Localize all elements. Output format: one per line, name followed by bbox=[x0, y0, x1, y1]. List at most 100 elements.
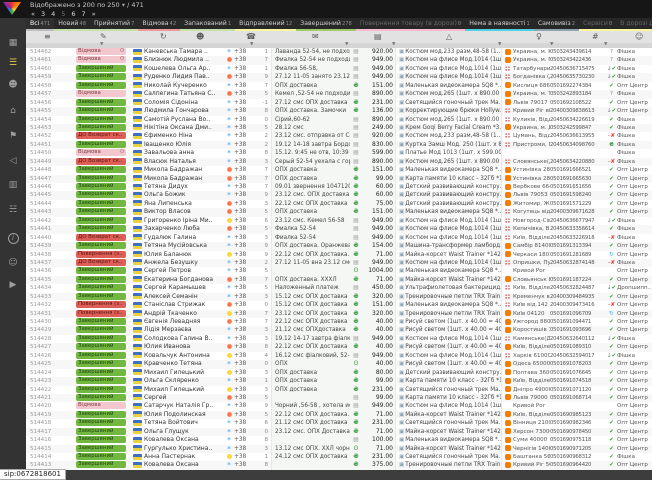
settings-icon[interactable]: ☵ bbox=[0, 205, 26, 215]
barcode-icon[interactable]: # bbox=[592, 31, 599, 43]
order-row[interactable]: 514443ЗавершенийВиктор Власов+385ОПХ дос… bbox=[26, 208, 652, 216]
order-row[interactable]: 514426ЗавершенийКовальчук Антонина+38416… bbox=[26, 352, 652, 360]
order-row[interactable]: 514430ЗавершенийЄвгенія Левадняя+38722.1… bbox=[26, 318, 652, 326]
comment-icon[interactable]: ✉ bbox=[312, 31, 319, 43]
order-row[interactable]: 514419ЗавершенийЮлия Подолинская+38522.1… bbox=[26, 411, 652, 419]
tab-9[interactable]: Самовивіз2 bbox=[534, 18, 579, 31]
order-row[interactable]: 514423ЗавершенийОльга Скляренко*+381ОПХ … bbox=[26, 377, 652, 385]
filter-caret[interactable]: ▼ bbox=[345, 42, 348, 47]
page-size-dropdown[interactable]: ▾ bbox=[122, 1, 125, 9]
order-row[interactable]: 514437ДО Возврат ск..Анжела Безушку*+382… bbox=[26, 259, 652, 267]
marketing-icon[interactable]: ◁ bbox=[0, 156, 26, 166]
tab-3[interactable]: Відмова42 bbox=[138, 18, 180, 31]
first-page-button[interactable]: « bbox=[31, 10, 35, 18]
order-row[interactable]: 514446ЗавершенийТетяна Дидух*+38709.01 з… bbox=[26, 183, 652, 191]
tab-7[interactable]: Повернення товару (в дорозі)0 bbox=[356, 18, 465, 31]
clients-icon[interactable]: ☻ bbox=[0, 80, 26, 90]
order-row[interactable]: 514441ЗавершенийЗахарченко Люба+385Фиалк… bbox=[26, 225, 652, 233]
status-cell: Завершений bbox=[76, 377, 130, 385]
order-row[interactable]: 514429ЗавершенийЛідія Мерзаєва*+38321.12… bbox=[26, 326, 652, 334]
order-row[interactable]: 514425ЗавершенийКравченко Тетяна*+380ОПХ… bbox=[26, 360, 652, 368]
finance-icon[interactable]: ⌂ bbox=[0, 106, 26, 116]
page-button-4[interactable]: 4 bbox=[51, 10, 55, 18]
tab-1[interactable]: Новий48 bbox=[54, 18, 90, 31]
order-row[interactable]: 514457ВідмоваСалпегина Татьяна С..+385Ке… bbox=[26, 90, 652, 98]
order-row[interactable]: 514449ДО Возврат ск..Власюк Наталья*+383… bbox=[26, 158, 652, 166]
order-row[interactable]: 514433ЗавершенийАлексей Семанін*+38315.1… bbox=[26, 293, 652, 301]
order-row[interactable]: 514462ВідмоваʘКаневська Тамара ..*+381Ла… bbox=[26, 48, 652, 56]
video-icon[interactable]: ▶ bbox=[0, 280, 26, 290]
country-flag-cell bbox=[130, 225, 144, 233]
order-row[interactable]: 514439ЗавершенийТетяна Мусійовська*+389О… bbox=[26, 242, 652, 250]
reports-icon[interactable]: ▥ bbox=[0, 180, 26, 190]
info-icon[interactable]: i bbox=[0, 233, 26, 244]
order-row[interactable]: 514451ЗавершенийІващенко Юлія*+38219.12 … bbox=[26, 141, 652, 149]
tab-10[interactable]: Сервіси0 bbox=[579, 18, 616, 31]
order-row[interactable]: 514421ЗавершенийСергей+385▤99.00▣Карта п… bbox=[26, 394, 652, 402]
manager-icon[interactable]: ☺ bbox=[635, 31, 643, 43]
order-row[interactable]: 514461ВідмоваʘБлизнюк Людмила ..+387Фиал… bbox=[26, 56, 652, 64]
order-row[interactable]: 514456ЗавершенийСоломія Сідоніна*+38-127… bbox=[26, 99, 652, 107]
order-row[interactable]: 514454ЗавершенийСамотій Руслана Во..*+38… bbox=[26, 116, 652, 124]
filter-caret[interactable]: ▼ bbox=[392, 42, 395, 47]
location-icon[interactable]: ♀ bbox=[536, 31, 542, 43]
order-row[interactable]: 514432Повернення (з..Станіслав Стрижак+3… bbox=[26, 301, 652, 309]
order-row[interactable]: 514447ЗавершенийМикола Бадражан+387ОПХ д… bbox=[26, 175, 652, 183]
clients-icon[interactable]: ☻ bbox=[196, 31, 204, 43]
order-row[interactable]: 514420ВідмоваСатарчук Наталія Гр..*+389Ч… bbox=[26, 402, 652, 410]
filter-caret[interactable]: ▼ bbox=[250, 42, 253, 47]
page-button-5[interactable]: 5 bbox=[61, 10, 65, 18]
order-row[interactable]: 514434ЗавершенийСергей Карамышев*+385Нал… bbox=[26, 284, 652, 292]
order-row[interactable]: 514445ЗавершенийОльга Божик*+38923.12 см… bbox=[26, 191, 652, 199]
filter-caret[interactable]: ▼ bbox=[604, 42, 607, 47]
page-button-3[interactable]: 3 bbox=[41, 10, 45, 18]
last-page-button[interactable]: » bbox=[92, 10, 96, 18]
tab-2[interactable]: Прийнятий7 bbox=[90, 18, 138, 31]
tab-11[interactable]: В дорозі додому0 bbox=[616, 18, 652, 31]
order-row[interactable]: 514431Повернення (з..Андрій Ткаченко+387… bbox=[26, 310, 652, 318]
order-row[interactable]: 514435ЗавершенийЕкатерина Богданова+387О… bbox=[26, 276, 652, 284]
order-row[interactable]: 514455ЗавершенийЛюдмила Гончарова*+388ОП… bbox=[26, 107, 652, 115]
tab-5[interactable]: Відправлений12 bbox=[235, 18, 296, 31]
order-row[interactable]: 514422ЗавершенийМихаил Гилецький+383ОПХ … bbox=[26, 386, 652, 394]
order-row[interactable]: 514458ЗавершенийНиколай Кучеренко*+387ОП… bbox=[26, 82, 652, 90]
refresh-icon[interactable]: ↻ bbox=[160, 31, 167, 43]
tab-4[interactable]: Запакований1 bbox=[180, 18, 235, 31]
order-row[interactable]: 514428ЗавершенийСолодкова Галина В..*+38… bbox=[26, 335, 652, 343]
basket-icon[interactable]: △ bbox=[446, 31, 452, 43]
order-row[interactable]: 514414ЗавершенийАнна Пастернак+38124.12 … bbox=[26, 453, 652, 461]
order-row[interactable]: 514436ЗавершенийСергей Петров*+385ʘ1004.… bbox=[26, 267, 652, 275]
page-button-7[interactable]: 7 bbox=[82, 10, 86, 18]
order-row[interactable]: 514416ЗавершенийКовалева Оксана*+388▤100… bbox=[26, 436, 652, 444]
filter-caret[interactable]: ▼ bbox=[550, 42, 553, 47]
order-row[interactable]: 514448ЗавершенийМикола Бадражан+387ОПХ д… bbox=[26, 166, 652, 174]
order-row[interactable]: 514450ВідмоваʘЗавальова анна*+38815.12. … bbox=[26, 149, 652, 157]
order-row[interactable]: 514427ЗавершенийЮлия Иванова+38822.12 см… bbox=[26, 343, 652, 351]
orders-icon[interactable]: ☰ bbox=[0, 58, 26, 68]
order-row[interactable]: 514442ЗавершенийГригоренко Іріна Ми..+38… bbox=[26, 217, 652, 225]
order-row[interactable]: 514424ЗавершенийМихаил Гилецький+383ОПХ … bbox=[26, 369, 652, 377]
order-row[interactable]: 514460ЗавершенийКошелева Ольга Ар..*+381… bbox=[26, 65, 652, 73]
order-row[interactable]: 514440ДО Возврат ск..Гудалюк Галина*+383… bbox=[26, 234, 652, 242]
filter-caret[interactable]: ▼ bbox=[100, 42, 103, 47]
products-icon[interactable]: ⚑ bbox=[0, 131, 26, 141]
page-button-6[interactable]: 6 bbox=[71, 10, 75, 18]
order-row[interactable]: 514418ЗавершенийТетяна Войтович*+38621.1… bbox=[26, 419, 652, 427]
money-icon[interactable]: ▤ bbox=[374, 31, 382, 43]
order-row[interactable]: 514459ЗавершенийРуденко Лидия Пав..+3892… bbox=[26, 73, 652, 81]
order-row[interactable]: 514452ДО Возврат ск..Єфименко Ніна*+3822… bbox=[26, 132, 652, 140]
order-row[interactable]: 514438Повернення (з..Юлия Баланюк+38922.… bbox=[26, 251, 652, 259]
customer-name: Єфименко Ніна bbox=[144, 132, 224, 140]
order-row[interactable]: 514413ЗавершенийКовалева Оксана*+388₴375… bbox=[26, 461, 652, 469]
rows-icon[interactable]: ≡ bbox=[44, 31, 51, 43]
order-row[interactable]: 514444ЗавершенийЯна Липенська+38322.12 с… bbox=[26, 200, 652, 208]
tab-all[interactable]: Всі471 bbox=[26, 18, 54, 31]
dashboard-icon[interactable]: ▦ bbox=[0, 38, 26, 48]
order-row[interactable]: 514453ЗавершенийНікітіна Оксана Дми..*+3… bbox=[26, 124, 652, 132]
support-icon[interactable]: ☺ bbox=[0, 258, 26, 268]
filter-caret[interactable]: ▼ bbox=[498, 42, 501, 47]
order-row[interactable]: 514417ЗавершенийОльга Глущук*+38023.12 с… bbox=[26, 428, 652, 436]
order-row[interactable]: 514415ЗавершенийГургулько Христина..*+38… bbox=[26, 445, 652, 453]
tab-6[interactable]: Завершений278 bbox=[296, 18, 356, 31]
tab-8[interactable]: Нема в наявності1 bbox=[465, 18, 534, 31]
